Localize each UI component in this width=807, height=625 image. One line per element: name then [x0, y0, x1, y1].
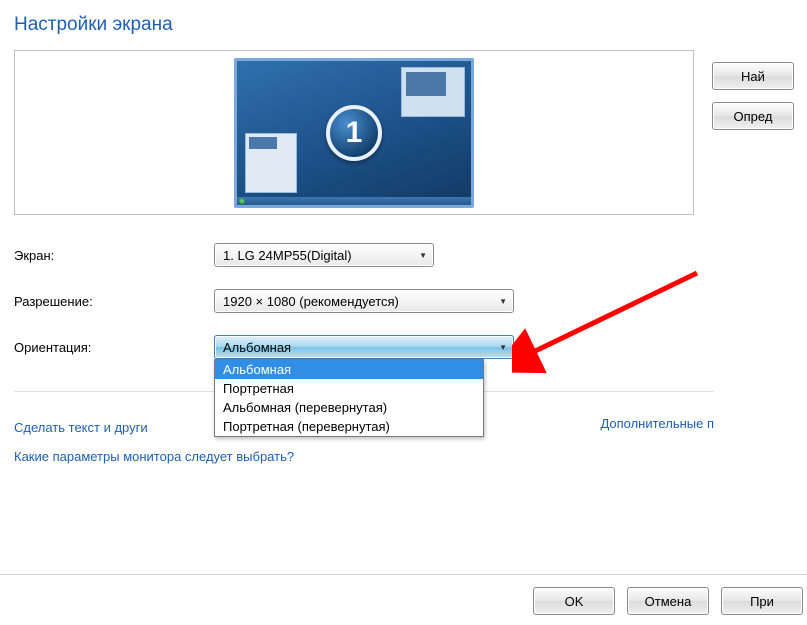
- resolution-select[interactable]: 1920 × 1080 (рекомендуется) ▼: [214, 289, 514, 313]
- monitor-number-badge: 1: [326, 105, 382, 161]
- orientation-select[interactable]: Альбомная ▼: [214, 335, 514, 359]
- cancel-button[interactable]: Отмена: [627, 587, 709, 615]
- orientation-option[interactable]: Портретная: [215, 379, 483, 398]
- preview-window-thumb: [245, 133, 297, 193]
- find-button[interactable]: Най: [712, 62, 794, 90]
- which-params-link[interactable]: Какие параметры монитора следует выбрать…: [14, 449, 294, 464]
- text-size-link[interactable]: Сделать текст и други: [14, 420, 148, 435]
- orientation-option[interactable]: Альбомная: [215, 360, 483, 379]
- ok-button[interactable]: OK: [533, 587, 615, 615]
- monitor-preview[interactable]: 1: [234, 58, 474, 208]
- chevron-down-icon: ▼: [499, 297, 507, 306]
- apply-button[interactable]: При: [721, 587, 803, 615]
- orientation-option[interactable]: Портретная (перевернутая): [215, 417, 483, 436]
- resolution-label: Разрешение:: [14, 294, 214, 309]
- orientation-dropdown-list: Альбомная Портретная Альбомная (переверн…: [214, 359, 484, 437]
- page-title: Настройки экрана: [14, 14, 807, 36]
- annotation-arrow-icon: [512, 265, 712, 375]
- orientation-option[interactable]: Альбомная (перевернутая): [215, 398, 483, 417]
- chevron-down-icon: ▼: [419, 251, 427, 260]
- display-preview-box: 1: [14, 50, 694, 215]
- orientation-label: Ориентация:: [14, 340, 214, 355]
- advanced-settings-link[interactable]: Дополнительные п: [600, 416, 714, 431]
- preview-taskbar: [237, 197, 471, 205]
- screen-select-value: 1. LG 24MP55(Digital): [223, 248, 352, 263]
- chevron-down-icon: ▼: [499, 343, 507, 352]
- resolution-select-value: 1920 × 1080 (рекомендуется): [223, 294, 399, 309]
- detect-button[interactable]: Опред: [712, 102, 794, 130]
- screen-label: Экран:: [14, 248, 214, 263]
- orientation-select-value: Альбомная: [223, 340, 291, 355]
- screen-select[interactable]: 1. LG 24MP55(Digital) ▼: [214, 243, 434, 267]
- preview-window-thumb: [401, 67, 465, 117]
